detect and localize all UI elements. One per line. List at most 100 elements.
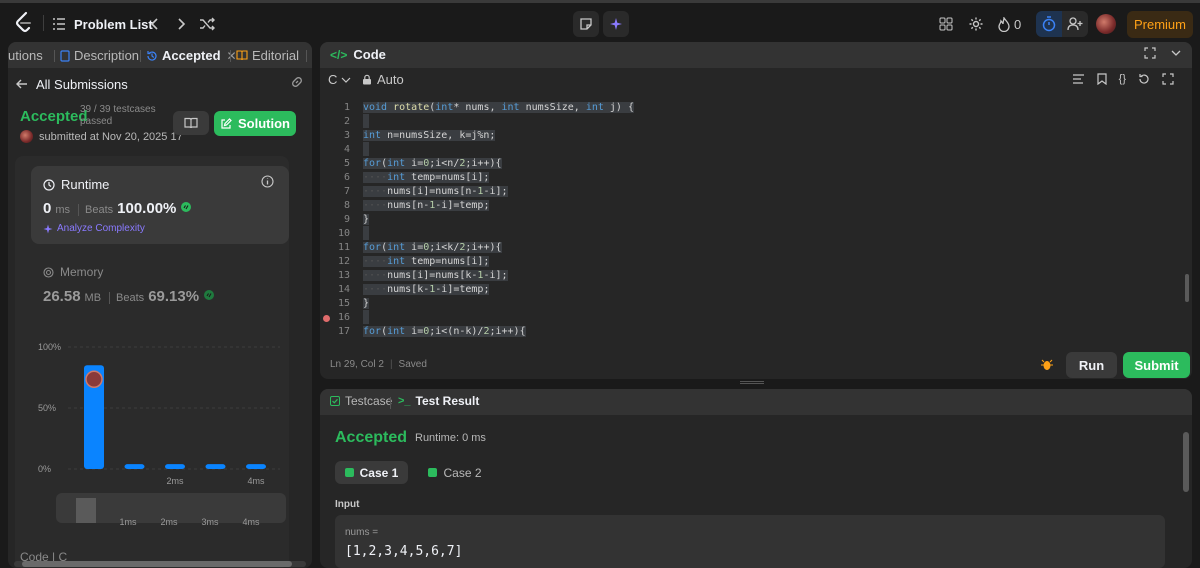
code-line[interactable]: 9} bbox=[320, 212, 1184, 226]
format-icon[interactable] bbox=[1072, 73, 1085, 85]
all-submissions-link[interactable]: All Submissions bbox=[16, 74, 128, 94]
line-number: 9 bbox=[343, 213, 350, 225]
code-line[interactable]: 7 ····nums[i]=nums[n-1-i]; bbox=[320, 184, 1184, 198]
chart-bar[interactable] bbox=[165, 464, 185, 469]
test-result-panel: Testcase >_ Test Result Accepted Runtime… bbox=[320, 389, 1192, 568]
leetcode-logo-icon[interactable] bbox=[12, 10, 36, 34]
solution-button[interactable]: Solution bbox=[214, 111, 296, 136]
chart-bar[interactable] bbox=[124, 464, 145, 469]
list-icon bbox=[52, 18, 66, 30]
debug-icon[interactable] bbox=[1040, 357, 1056, 373]
bookmark-icon[interactable] bbox=[1097, 73, 1107, 85]
editor-scrollbar-thumb[interactable] bbox=[1185, 274, 1189, 302]
braces-icon[interactable]: {} bbox=[1119, 73, 1126, 85]
fullscreen-icon[interactable] bbox=[1162, 73, 1174, 85]
line-number: 2 bbox=[343, 115, 350, 127]
history-icon bbox=[146, 50, 158, 62]
scrollbar-thumb[interactable] bbox=[22, 561, 292, 567]
chart-bar[interactable] bbox=[205, 464, 226, 469]
chart-range-handle[interactable] bbox=[76, 498, 96, 523]
line-code: ····int temp=nums[i]; bbox=[363, 255, 490, 267]
sparkle-icon bbox=[43, 224, 53, 234]
submit-button[interactable]: Submit bbox=[1123, 352, 1190, 378]
code-tab[interactable]: </> Code bbox=[330, 47, 386, 62]
tab-divider bbox=[140, 50, 141, 62]
runtime-distribution-chart: 100% 50% 0% 2ms 4ms 1ms 2ms 3ms 4ms bbox=[38, 342, 286, 527]
code-line[interactable]: 3 int n=numsSize, k=j%n; bbox=[320, 128, 1184, 142]
avatar bbox=[20, 130, 33, 143]
line-number: 17 bbox=[337, 325, 350, 337]
add-user-icon[interactable] bbox=[1062, 11, 1088, 37]
mini-tick-label: 1ms bbox=[119, 517, 137, 527]
save-status: Saved bbox=[398, 359, 427, 370]
case-1-tab[interactable]: Case 1 bbox=[335, 461, 408, 484]
editor-tools: {} bbox=[1072, 73, 1174, 85]
tab-test-result[interactable]: >_ Test Result bbox=[398, 394, 479, 408]
tab-testcase[interactable]: Testcase bbox=[330, 394, 392, 408]
note-icon[interactable] bbox=[573, 11, 599, 37]
premium-button[interactable]: Premium bbox=[1127, 11, 1193, 38]
code-line[interactable]: 12 ····int temp=nums[i]; bbox=[320, 254, 1184, 268]
maximize-icon[interactable] bbox=[1144, 47, 1156, 59]
collapse-icon[interactable] bbox=[1170, 47, 1182, 59]
problem-list-button[interactable]: Problem List bbox=[52, 13, 153, 35]
auto-mode-toggle[interactable]: Auto bbox=[362, 72, 404, 87]
code-line[interactable]: 2 bbox=[320, 114, 1184, 128]
grid-icon[interactable] bbox=[936, 13, 956, 35]
chevron-left-icon[interactable] bbox=[146, 13, 164, 35]
sparkle-ai-icon[interactable] bbox=[603, 11, 629, 37]
code-panel-actions bbox=[1144, 47, 1182, 59]
code-line[interactable]: 4 bbox=[320, 142, 1184, 156]
testcases-passed: 39 / 39 testcases passed bbox=[80, 104, 156, 127]
x-tick-label: 2ms bbox=[166, 476, 184, 486]
code-line[interactable]: 14 ····nums[k-1-i]=temp; bbox=[320, 282, 1184, 296]
case-2-tab[interactable]: Case 2 bbox=[420, 461, 490, 484]
reset-icon[interactable] bbox=[1138, 73, 1150, 85]
code-line[interactable]: 11 for(int i=0;i<k/2;i++){ bbox=[320, 240, 1184, 254]
code-tab-bar: </> Code bbox=[320, 42, 1192, 68]
line-number: 4 bbox=[343, 143, 350, 155]
code-line[interactable]: 1 void rotate(int* nums, int numsSize, in… bbox=[320, 100, 1184, 114]
code-line[interactable]: 13 ····nums[i]=nums[k-1-i]; bbox=[320, 268, 1184, 282]
info-icon[interactable] bbox=[261, 175, 275, 189]
code-line[interactable]: 6 ····int temp=nums[i]; bbox=[320, 170, 1184, 184]
code-line[interactable]: 10 bbox=[320, 226, 1184, 240]
run-button[interactable]: Run bbox=[1066, 352, 1117, 378]
panel-resize-handle[interactable] bbox=[740, 381, 764, 384]
code-line[interactable]: 8 ····nums[n-1-i]=temp; bbox=[320, 198, 1184, 212]
user-avatar[interactable] bbox=[1096, 14, 1116, 34]
tab-accepted[interactable]: Accepted ✕ bbox=[146, 47, 237, 64]
tab-description[interactable]: Description bbox=[60, 47, 139, 64]
code-line[interactable]: 16 bbox=[320, 310, 1184, 324]
line-code: ····int temp=nums[i]; bbox=[363, 171, 490, 183]
chevron-right-icon[interactable] bbox=[172, 13, 190, 35]
streak-counter[interactable]: 0 bbox=[998, 13, 1021, 35]
result-runtime: Runtime: 0 ms bbox=[415, 432, 486, 444]
code-line[interactable]: 17 for(int i=0;i<(n-k)/2;i++){ bbox=[320, 324, 1184, 338]
language-select[interactable]: C bbox=[328, 72, 351, 87]
line-code bbox=[363, 226, 369, 240]
tab-solutions[interactable]: utions bbox=[8, 47, 43, 64]
breakpoint-marker[interactable] bbox=[323, 315, 330, 322]
test-scrollbar-thumb[interactable] bbox=[1183, 432, 1189, 492]
line-code: } bbox=[363, 213, 370, 225]
code-editor[interactable]: 1 void rotate(int* nums, int numsSize, in… bbox=[320, 94, 1184, 347]
code-line[interactable]: 15} bbox=[320, 296, 1184, 310]
line-number: 7 bbox=[343, 185, 350, 197]
lock-icon bbox=[362, 74, 372, 85]
open-book-button[interactable] bbox=[173, 111, 209, 135]
gear-icon[interactable] bbox=[966, 13, 986, 35]
link-icon[interactable] bbox=[290, 75, 306, 91]
timer-icon[interactable] bbox=[1036, 11, 1062, 37]
line-code bbox=[363, 114, 369, 128]
open-book-icon bbox=[184, 117, 198, 129]
line-code: ····nums[i]=nums[n-1-i]; bbox=[363, 185, 508, 197]
line-number: 15 bbox=[337, 297, 350, 309]
code-line[interactable]: 5 for(int i=0;i<n/2;i++){ bbox=[320, 156, 1184, 170]
tab-divider bbox=[54, 50, 55, 62]
chart-bar[interactable] bbox=[246, 464, 266, 469]
analyze-complexity-button[interactable]: Analyze Complexity bbox=[43, 223, 145, 234]
chevron-down-icon bbox=[341, 76, 351, 84]
shuffle-icon[interactable] bbox=[196, 13, 218, 35]
tab-editorial[interactable]: Editorial bbox=[236, 47, 299, 64]
